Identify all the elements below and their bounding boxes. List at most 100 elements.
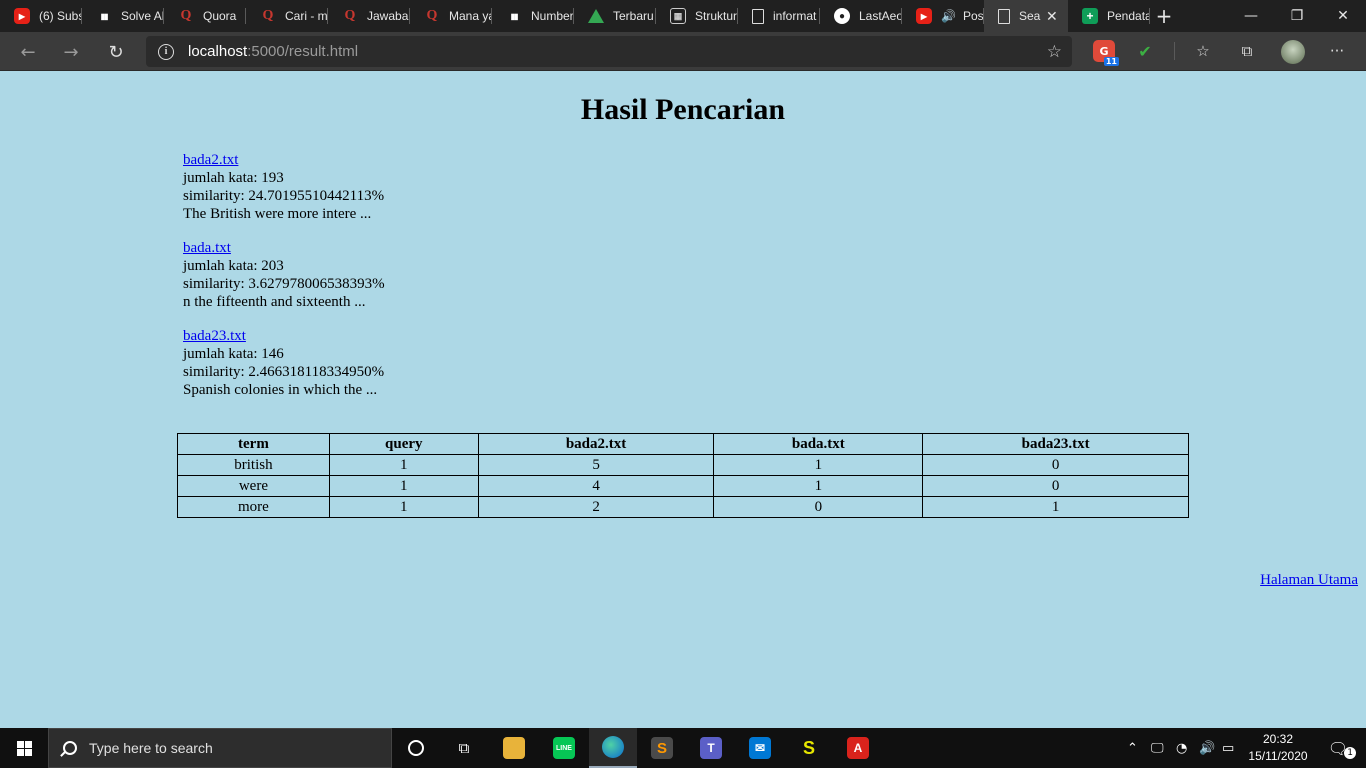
page-title: Hasil Pencarian [580,93,786,126]
notebook-icon: ▮▮ [100,11,109,21]
toolbar: ← → ↻ i localhost:5000/result.html ☆ G 11… [0,32,1366,71]
result-item: bada.txt jumlah kata: 203 similarity: 3.… [183,239,385,311]
youtube-icon: ▶ [14,8,30,24]
home-link[interactable]: Halaman Utama [1260,572,1358,589]
result-item: bada23.txt jumlah kata: 146 similarity: … [183,327,384,399]
browser-tab[interactable]: + Pendata [1068,0,1150,32]
checkmark-extension-icon[interactable]: ✔ [1134,40,1156,62]
page-content: Hasil Pencarian bada2.txt jumlah kata: 1… [0,71,1366,728]
restore-icon[interactable]: ❐ [1274,0,1320,32]
sheets-icon: + [1082,8,1098,24]
info-icon[interactable]: i [158,43,174,60]
word-count: jumlah kata: 193 [183,170,284,186]
column-header: term [177,433,330,455]
table-cell: 1 [328,475,479,497]
table-header-row: term query bada2.txt bada.txt bada23.txt [177,433,1189,455]
table-cell: 4 [477,475,715,497]
browser-tab[interactable]: Q Quora [164,0,246,32]
battery-icon[interactable]: ▭ [1222,728,1234,768]
snippet: Spanish colonies in which the ... [183,382,378,398]
snippet: The British were more intere ... [183,206,372,222]
browser-tab[interactable]: ▶ (6) Subs [0,0,82,32]
snagit-icon[interactable]: S [785,728,833,768]
file-explorer-icon[interactable] [490,728,538,768]
teams-icon[interactable]: T [687,728,735,768]
notification-icon[interactable]: 🗨 1 [1318,728,1366,768]
quora-icon: Q [180,8,192,23]
similarity: similarity: 24.70195510442113% [183,188,385,204]
quora-icon: Q [426,8,438,23]
table-cell: 1 [328,454,479,476]
table-row: more 1 2 0 1 [177,496,1189,518]
result-item: bada2.txt jumlah kata: 193 similarity: 2… [183,151,384,223]
address-bar[interactable]: i localhost:5000/result.html ☆ [146,36,1072,67]
url-text[interactable]: localhost:5000/result.html [188,43,358,60]
volume-icon[interactable]: 🔊 [1199,728,1215,768]
taskbar-search[interactable]: Type here to search [48,728,392,768]
browser-tab-active[interactable]: Sea ✕ [984,0,1068,32]
table-cell: were [177,475,330,497]
sublime-text-icon[interactable]: S [638,728,686,768]
browser-tab[interactable]: ▮▮ Solve Al [82,0,164,32]
notebook-icon: ▮▮ [510,11,519,21]
favorite-star-icon[interactable]: ☆ [1047,42,1062,62]
more-menu-icon[interactable]: ··· [1326,40,1348,62]
network-device-icon[interactable]: 🖵 [1151,728,1164,768]
browser-tab[interactable]: informat [738,0,820,32]
quora-icon: Q [344,8,356,23]
refresh-icon[interactable]: ↻ [102,38,130,66]
table-cell: 2 [477,496,715,518]
close-window-icon[interactable]: ✕ [1320,0,1366,32]
profile-avatar[interactable] [1281,40,1305,64]
browser-tab[interactable]: Terbaru [574,0,656,32]
clock[interactable]: 20:32 15/11/2020 [1240,731,1316,765]
forward-icon[interactable]: → [57,38,85,66]
github-icon: ● [834,8,850,24]
table-row: british 1 5 1 0 [177,454,1189,476]
toolbar-divider [1174,42,1175,60]
table-row: were 1 4 1 0 [177,475,1189,497]
collections-icon[interactable]: ⧉ [1236,40,1258,62]
browser-tab[interactable]: QJawaban [328,0,410,32]
cortana-icon[interactable] [392,728,440,768]
show-hidden-icons-icon[interactable]: ⌃ [1127,728,1138,768]
extension-icon[interactable]: G 11 [1093,40,1119,66]
wifi-icon[interactable]: ◔ [1176,728,1187,768]
term-frequency-table: term query bada2.txt bada.txt bada23.txt… [177,433,1189,518]
similarity: similarity: 3.627978006538393% [183,276,385,292]
start-button[interactable] [0,728,48,768]
browser-tab[interactable]: ▦ Struktur [656,0,738,32]
task-view-icon[interactable]: ⧉ [440,728,488,768]
table-cell: british [177,454,330,476]
table-cell: 1 [328,496,479,518]
notification-count: 1 [1344,747,1357,759]
speaker-icon: 🔊 [941,9,956,23]
edge-browser-icon[interactable] [589,728,637,768]
table-cell: 0 [713,496,924,518]
browser-tab[interactable]: ▮▮ Number [492,0,574,32]
result-file-link[interactable]: bada23.txt [183,328,246,344]
table-cell: 1 [713,454,924,476]
new-tab-icon[interactable]: + [1150,0,1178,32]
close-tab-icon[interactable]: ✕ [1046,8,1060,25]
acrobat-icon[interactable]: A [834,728,882,768]
table-cell: 5 [477,454,715,476]
drive-icon [588,9,604,23]
back-icon[interactable]: ← [14,38,42,66]
browser-tab[interactable]: ▶ 🔊 Pos [902,0,984,32]
favorites-icon[interactable]: ☆ [1192,40,1214,62]
mail-icon[interactable]: ✉ [736,728,784,768]
result-file-link[interactable]: bada2.txt [183,152,238,168]
browser-tab[interactable]: Q Cari - m [246,0,328,32]
column-header: bada23.txt [922,433,1189,455]
snippet: n the fifteenth and sixteenth ... [183,294,366,310]
line-app-icon[interactable]: LINE [540,728,588,768]
document-icon [752,8,764,24]
column-header: bada.txt [713,433,924,455]
browser-tab[interactable]: Q Mana ya [410,0,492,32]
result-file-link[interactable]: bada.txt [183,240,231,256]
column-header: bada2.txt [477,433,715,455]
minimize-icon[interactable]: — [1228,0,1274,32]
word-count: jumlah kata: 203 [183,258,284,274]
browser-tab[interactable]: ● LastAeo [820,0,902,32]
